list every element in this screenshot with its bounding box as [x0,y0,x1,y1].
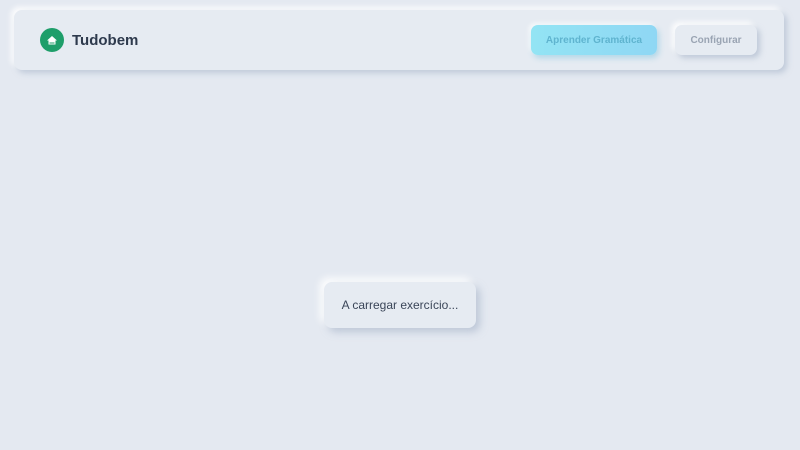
loading-card: A carregar exercício... [324,282,476,328]
learn-grammar-button[interactable]: Aprender Gramática [531,25,657,55]
configure-button[interactable]: Configurar [675,25,757,55]
house-icon [40,28,64,52]
top-navigation-bar: Tudobem Aprender Gramática Configurar [14,10,784,70]
brand-name: Tudobem [72,31,139,49]
brand[interactable]: Tudobem [40,28,138,52]
loading-message: A carregar exercício... [341,298,459,312]
